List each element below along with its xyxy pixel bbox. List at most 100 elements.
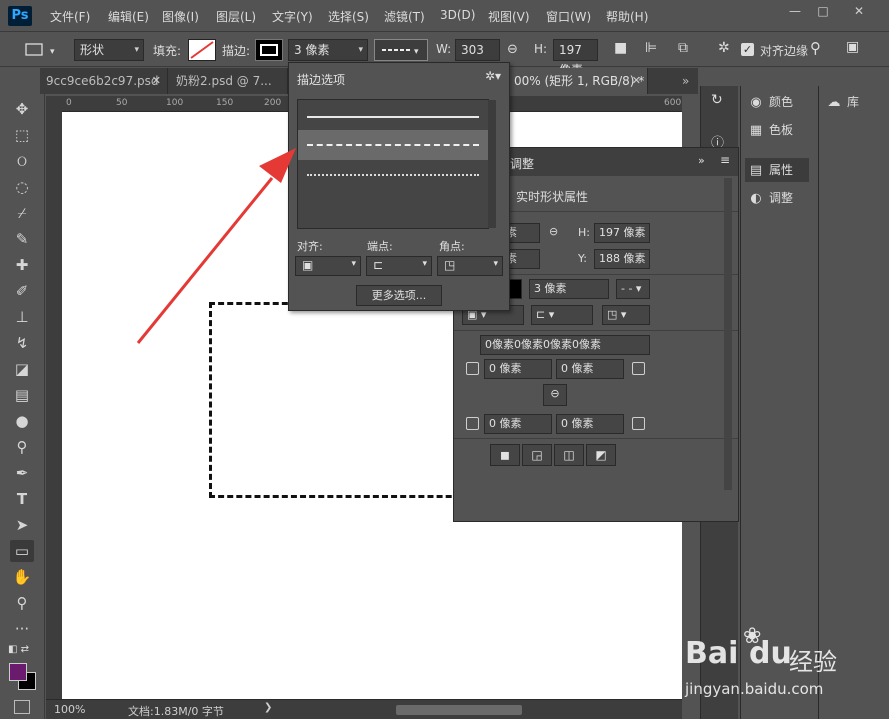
shape-y-input[interactable]: 188 像素 — [594, 249, 650, 269]
rectangle-shape[interactable] — [209, 302, 479, 498]
height-input[interactable]: 197 像素 — [553, 39, 598, 77]
shape-height-input[interactable]: 197 像素 — [594, 223, 650, 243]
menu-file[interactable]: 文件(F) — [50, 8, 90, 25]
combine-shapes-icon[interactable]: ◼ — [490, 444, 520, 466]
brush-tool-icon[interactable]: ✐ — [10, 280, 34, 302]
menu-image[interactable]: 图像(I) — [162, 8, 199, 25]
collapse-icon[interactable]: » — [698, 154, 705, 167]
close-icon[interactable]: ✕ — [632, 68, 641, 94]
search-icon[interactable]: ⚲ — [810, 39, 821, 57]
shape-mode-select[interactable]: 形状 ▾ — [74, 39, 144, 61]
corner-bottom-right-input[interactable]: 0 像素 — [556, 414, 624, 434]
exclude-overlap-icon[interactable]: ◩ — [586, 444, 616, 466]
history-brush-tool-icon[interactable]: ↯ — [10, 332, 34, 354]
menu-window[interactable]: 窗口(W) — [546, 8, 591, 25]
path-selection-tool-icon[interactable]: ➤ — [10, 514, 34, 536]
corner-top-right-input[interactable]: 0 像素 — [556, 359, 624, 379]
zoom-tool-icon[interactable]: ⚲ — [10, 592, 34, 614]
gradient-tool-icon[interactable]: ▤ — [10, 384, 34, 406]
link-radius-icon[interactable]: ⊖ — [543, 384, 567, 406]
dodge-tool-icon[interactable]: ⚲ — [10, 436, 34, 458]
corners-select[interactable]: ◳ ▾ — [437, 256, 503, 276]
minimize-button[interactable]: — — [780, 2, 810, 20]
workspace-icon[interactable]: ▣ — [846, 39, 859, 55]
adjustments-panel-button[interactable]: ◐ 调整 — [747, 186, 793, 210]
menu-view[interactable]: 视图(V) — [488, 8, 530, 25]
tab-adjustments[interactable]: 调整 — [510, 155, 534, 172]
stroke-type-select[interactable]: - - ▾ — [616, 279, 650, 299]
gear-icon[interactable]: ✲▾ — [485, 69, 501, 83]
gear-icon[interactable]: ✲ — [718, 40, 730, 56]
width-input[interactable]: 303 像素 — [455, 39, 500, 77]
hand-tool-icon[interactable]: ✋ — [10, 566, 34, 588]
corner-bottom-left-input[interactable]: 0 像素 — [484, 414, 552, 434]
caps-select[interactable]: ⊏ ▾ — [366, 256, 432, 276]
type-tool-icon[interactable]: T — [10, 488, 34, 510]
stroke-swatch[interactable] — [255, 39, 283, 61]
tab-document-2[interactable]: 奶粉2.psd @ 7... — [170, 68, 288, 94]
tab-overflow-icon[interactable]: » — [676, 68, 696, 94]
menu-edit[interactable]: 编辑(E) — [108, 8, 149, 25]
marquee-tool-icon[interactable]: ⬚ — [10, 124, 34, 146]
libraries-panel-button[interactable]: ☁ 库 — [825, 90, 860, 114]
corner-top-left-input[interactable]: 0 像素 — [484, 359, 552, 379]
intersect-shapes-icon[interactable]: ◫ — [554, 444, 584, 466]
blur-tool-icon[interactable]: ● — [10, 410, 34, 432]
move-tool-icon[interactable]: ✥ — [10, 98, 34, 120]
clone-stamp-tool-icon[interactable]: ⊥ — [10, 306, 34, 328]
close-icon[interactable]: ✕ — [152, 68, 161, 94]
crop-tool-icon[interactable]: ⌿ — [10, 202, 34, 224]
link-dimensions-icon[interactable]: ⊖ — [549, 225, 558, 238]
menu-filter[interactable]: 滤镜(T) — [384, 8, 425, 25]
align-select[interactable]: ▣ ▾ — [295, 256, 361, 276]
path-arrangement-icon[interactable]: ⧉ — [678, 40, 688, 56]
subtract-front-icon[interactable]: ◲ — [522, 444, 552, 466]
restore-button[interactable]: □ — [808, 2, 838, 20]
menu-type[interactable]: 文字(Y) — [272, 8, 313, 25]
stroke-caps-select[interactable]: ⊏ ▾ — [531, 305, 593, 325]
properties-panel-button[interactable]: ▤ 属性 — [745, 158, 809, 182]
healing-brush-tool-icon[interactable]: ✚ — [10, 254, 34, 276]
zoom-level[interactable]: 100% — [54, 703, 85, 716]
stroke-style-dashed[interactable] — [298, 130, 488, 160]
tool-preset-picker[interactable]: ▾ — [20, 39, 64, 61]
fill-swatch[interactable] — [188, 39, 216, 61]
properties-scrollbar[interactable] — [724, 178, 732, 490]
default-colors-icon[interactable]: ◧ ⇄ — [8, 644, 29, 655]
eraser-tool-icon[interactable]: ◪ — [10, 358, 34, 380]
link-icon[interactable]: ⊖ — [507, 42, 518, 57]
menu-3d[interactable]: 3D(D) — [440, 8, 475, 22]
stroke-width-input[interactable]: 3 像素 — [529, 279, 609, 299]
eyedropper-tool-icon[interactable]: ✎ — [10, 228, 34, 250]
stroke-style-dotted[interactable] — [298, 160, 488, 190]
menu-select[interactable]: 选择(S) — [328, 8, 369, 25]
menu-help[interactable]: 帮助(H) — [606, 8, 648, 25]
corner-radius-all-input[interactable]: 0像素0像素0像素0像素 — [480, 335, 650, 355]
pen-tool-icon[interactable]: ✒ — [10, 462, 34, 484]
stroke-list-scrollbar[interactable] — [488, 100, 496, 228]
path-alignment-icon[interactable]: ⊫ — [645, 40, 657, 56]
rectangle-tool-icon[interactable]: ▭ — [10, 540, 34, 562]
quick-select-tool-icon[interactable]: ◌ — [10, 176, 34, 198]
close-window-button[interactable]: ✕ — [844, 2, 874, 20]
stroke-type-select[interactable]: ▾ — [374, 39, 428, 61]
lasso-tool-icon[interactable]: ଠ — [10, 150, 34, 172]
stroke-width-input[interactable]: 3 像素 ▾ — [288, 39, 368, 61]
more-options-button[interactable]: 更多选项... — [356, 285, 442, 306]
panel-menu-icon[interactable]: ≡ — [720, 153, 730, 167]
more-tools-icon[interactable]: ··· — [10, 618, 34, 640]
stroke-corners-select[interactable]: ◳ ▾ — [602, 305, 650, 325]
path-operations-icon[interactable]: ■ — [614, 40, 627, 56]
foreground-color-swatch[interactable] — [9, 663, 27, 681]
color-panel-button[interactable]: ◉ 颜色 — [747, 90, 793, 114]
history-panel-icon[interactable]: ↻ — [711, 92, 723, 108]
menu-layer[interactable]: 图层(L) — [216, 8, 256, 25]
tab-document-1[interactable]: 9cc9ce6b2c97.psd ✕ — [40, 68, 168, 94]
swatches-panel-button[interactable]: ▦ 色板 — [747, 118, 793, 142]
quick-mask-icon[interactable] — [14, 700, 30, 714]
align-edges-checkbox[interactable]: ✓ — [741, 43, 754, 56]
status-arrow-icon[interactable]: ❯ — [264, 702, 272, 713]
tab-document-3[interactable]: 00% (矩形 1, RGB/8) * ✕ — [508, 68, 648, 94]
horizontal-scrollbar[interactable] — [396, 705, 522, 715]
stroke-style-solid[interactable] — [298, 102, 488, 132]
